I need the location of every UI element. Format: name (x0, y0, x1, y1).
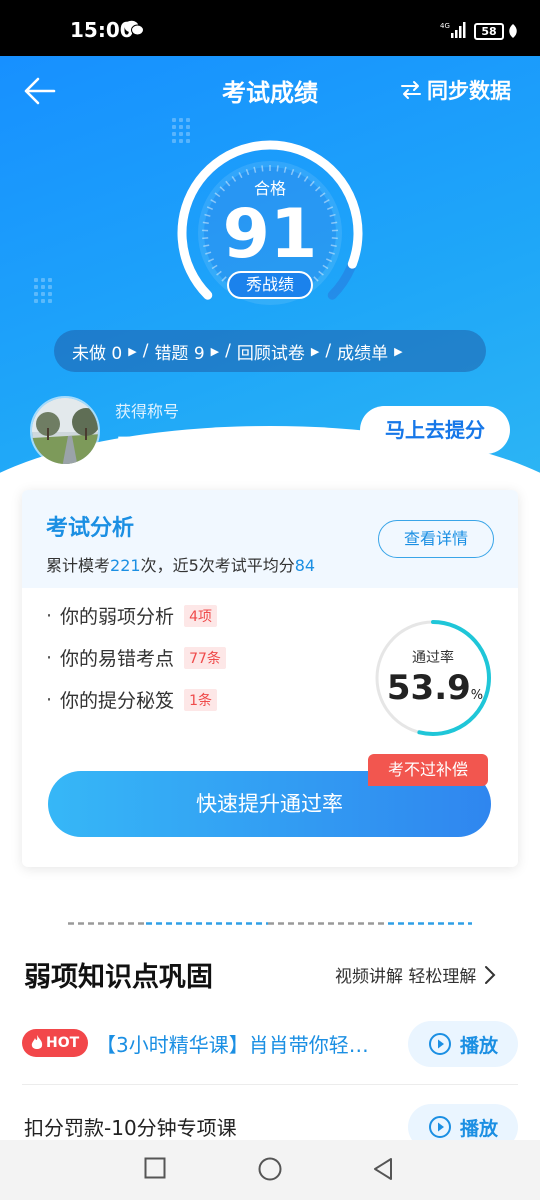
course-title: 扣分罚款-10分钟专项课 (24, 1116, 237, 1140)
sync-label: 同步数据 (427, 79, 511, 103)
card-header: 考试分析 累计模考221次，近5次考试平均分84 查看详情 (22, 490, 518, 588)
triangle-right-icon: ▶ (310, 344, 320, 358)
dashed-divider (68, 922, 472, 925)
decor-dot (34, 299, 38, 303)
course-title: 【3小时精华课】肖肖带你轻… (96, 1033, 369, 1057)
summary-wrong[interactable]: 错题 9 (154, 339, 204, 364)
row-divider (22, 1084, 518, 1085)
summary-bar: 未做 0 ▶ / 错题 9 ▶ / 回顾试卷 ▶ / 成绩单 ▶ (54, 330, 486, 372)
signal-icon: 4G (440, 22, 466, 38)
exam-analysis-card: 考试分析 累计模考221次，近5次考试平均分84 查看详情 · 你的弱项分析 4项 … (22, 490, 518, 867)
svg-text:4G: 4G (440, 22, 450, 30)
compensation-tag: 考不过补偿 (368, 754, 488, 786)
decor-dot (34, 285, 38, 289)
decor-dot (41, 299, 45, 303)
count-badge: 77条 (184, 646, 226, 669)
count-badge: 4项 (184, 604, 217, 627)
card-title: 考试分析 (46, 516, 135, 541)
play-icon (428, 1033, 451, 1055)
play-icon (428, 1116, 451, 1138)
flame-icon (31, 1035, 43, 1049)
tips-row[interactable]: · 你的提分秘笈 1条 (46, 686, 217, 713)
decor-dot (34, 278, 38, 282)
leaf-icon (509, 24, 517, 38)
title-value: 暴走老司机 (115, 436, 226, 461)
decor-dot (41, 278, 45, 282)
show-off-button[interactable]: 秀战绩 (227, 271, 313, 299)
weak-analysis-row[interactable]: · 你的弱项分析 4项 (46, 602, 217, 629)
summary-report[interactable]: 成绩单 (337, 339, 388, 364)
battery-indicator: 58 (474, 23, 504, 40)
system-nav-bar (0, 1140, 540, 1200)
title-label: 获得称号 (115, 402, 180, 421)
summary-unanswered[interactable]: 未做 0 (72, 339, 122, 364)
decor-dot (48, 285, 52, 289)
home-icon[interactable] (258, 1157, 282, 1181)
status-bar: 15:00 4G 58 (0, 0, 540, 56)
triangle-right-icon: ▶ (128, 344, 137, 358)
gauge-tick (261, 165, 264, 172)
gauge-tick (276, 165, 279, 172)
avatar[interactable] (30, 396, 100, 466)
decor-dot (48, 278, 52, 282)
triangle-right-icon: ▶ (210, 344, 220, 358)
back-icon[interactable] (372, 1157, 394, 1181)
sync-icon (401, 81, 421, 99)
pass-rate-value: 53.9% (386, 668, 484, 708)
pass-rate-label: 通过率 (412, 650, 454, 666)
course-row[interactable]: HOT 【3小时精华课】肖肖带你轻… 播放 (0, 1013, 540, 1073)
sync-data-button[interactable]: 同步数据 (400, 75, 511, 105)
decor-dot (48, 299, 52, 303)
boost-score-button[interactable]: 马上去提分 (360, 406, 510, 454)
decor-dot (34, 292, 38, 296)
chevron-right-icon (485, 965, 496, 984)
section-more-link[interactable]: 视频讲解 轻松理解 (335, 962, 496, 987)
decor-dot (48, 292, 52, 296)
count-badge: 1条 (184, 688, 217, 711)
hot-badge: HOT (22, 1029, 88, 1057)
error-points-row[interactable]: · 你的易错考点 77条 (46, 644, 226, 671)
play-button[interactable]: 播放 (408, 1021, 518, 1067)
triangle-right-icon: ▶ (394, 344, 403, 358)
back-arrow-icon[interactable] (22, 75, 56, 107)
card-subtitle: 累计模考221次，近5次考试平均分84 (46, 556, 316, 575)
score-value: 91 (222, 195, 318, 274)
summary-review[interactable]: 回顾试卷 (237, 339, 305, 364)
wechat-icon (124, 20, 144, 36)
decor-dot (41, 285, 45, 289)
decor-dot (41, 292, 45, 296)
nav-bar: 考试成绩 同步数据 (0, 56, 540, 126)
view-details-button[interactable]: 查看详情 (378, 520, 494, 558)
section-title: 弱项知识点巩固 (24, 962, 213, 993)
recent-apps-icon[interactable] (144, 1157, 166, 1179)
